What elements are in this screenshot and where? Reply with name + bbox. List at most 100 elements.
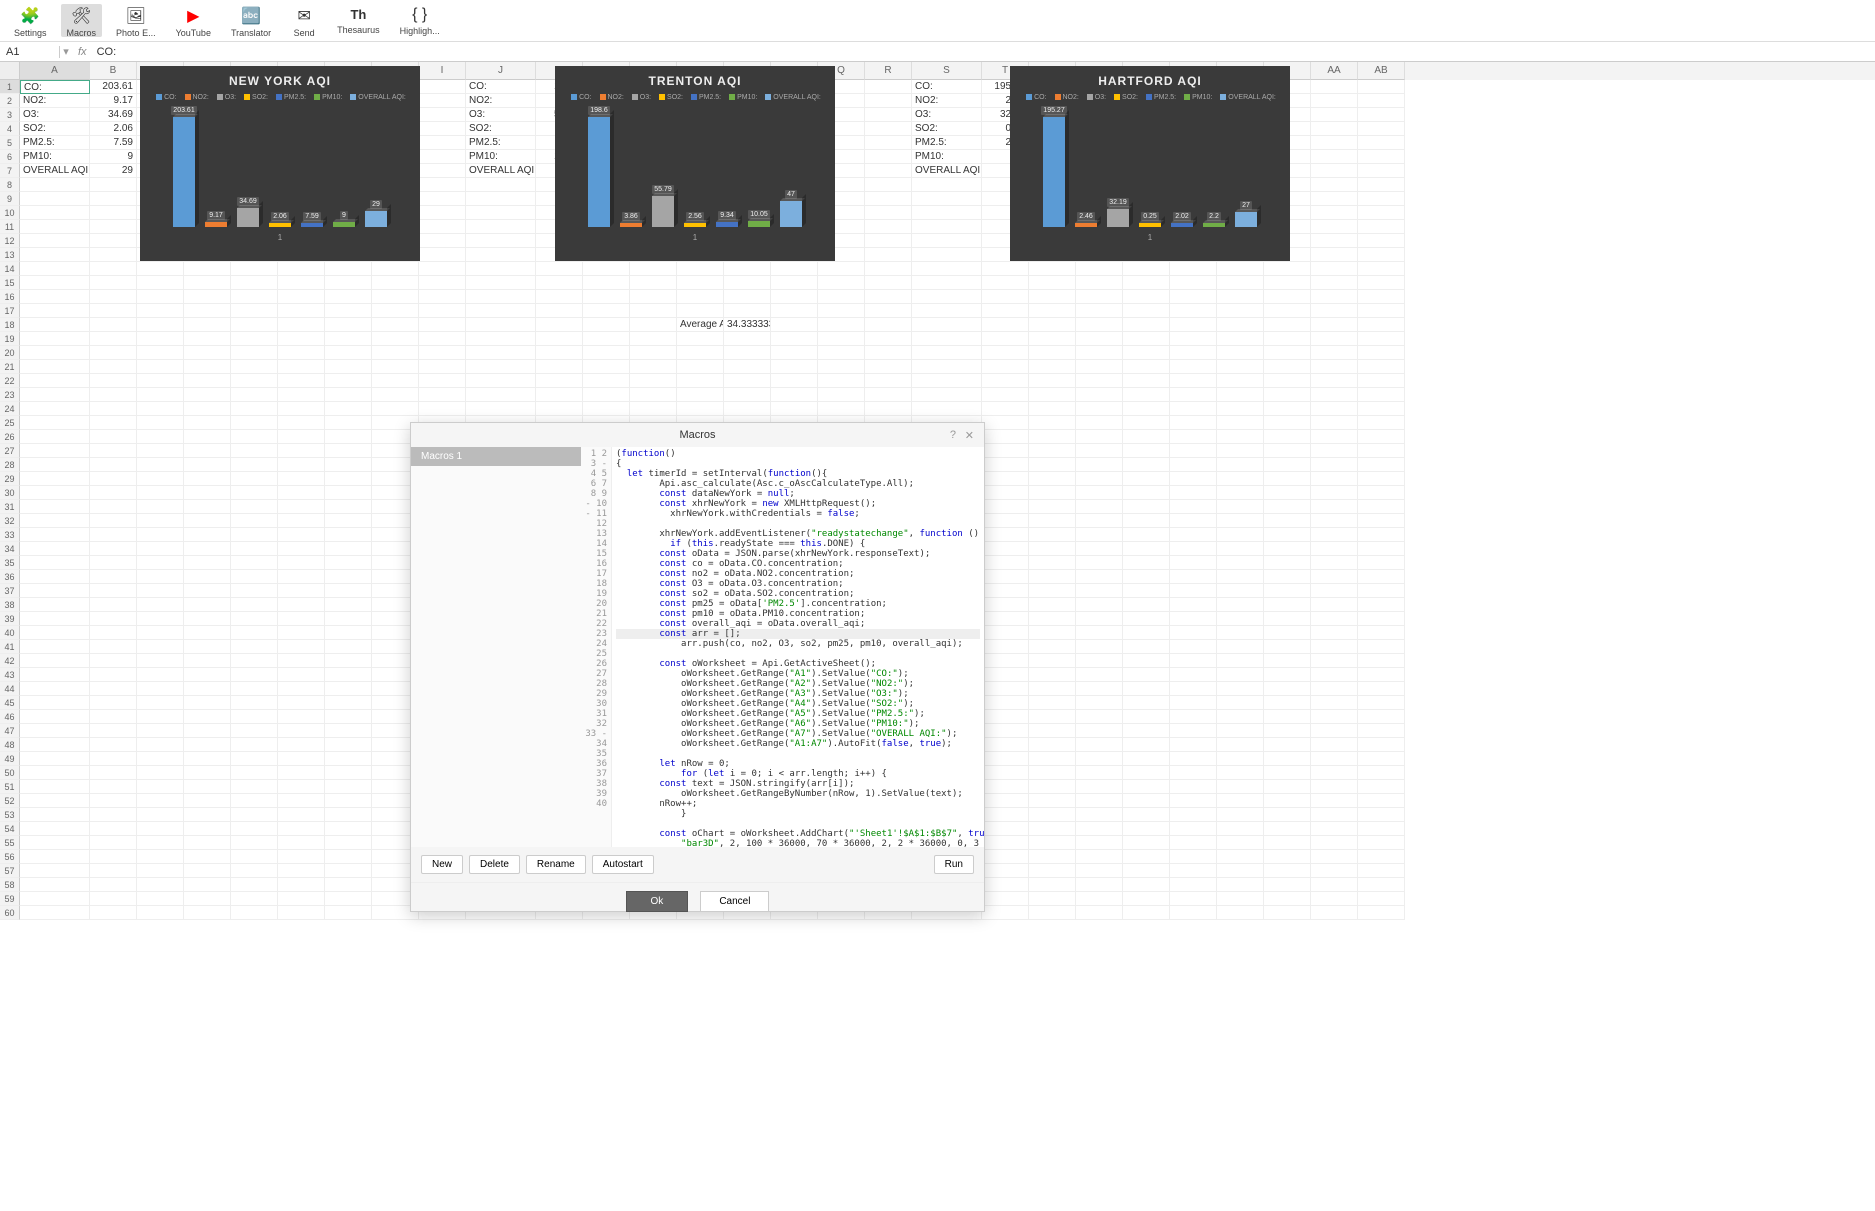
- cell[interactable]: [325, 374, 372, 388]
- cell[interactable]: [1170, 612, 1217, 626]
- cell[interactable]: [982, 906, 1029, 920]
- cell[interactable]: [1217, 402, 1264, 416]
- cell[interactable]: [1358, 598, 1405, 612]
- cell[interactable]: [1311, 444, 1358, 458]
- cell[interactable]: SO2:: [912, 122, 982, 136]
- row-header[interactable]: 29: [0, 472, 20, 486]
- chart-trenton[interactable]: TRENTON AQI CO: NO2: O3: SO2: PM2.5: PM1…: [555, 66, 835, 261]
- cell[interactable]: [20, 262, 90, 276]
- cell[interactable]: [20, 696, 90, 710]
- cell[interactable]: [1311, 164, 1358, 178]
- cell[interactable]: [630, 304, 677, 318]
- cell[interactable]: [865, 192, 912, 206]
- cell[interactable]: [325, 304, 372, 318]
- cell[interactable]: [1123, 710, 1170, 724]
- cell[interactable]: [1029, 794, 1076, 808]
- cell[interactable]: [1123, 766, 1170, 780]
- cell[interactable]: [184, 290, 231, 304]
- cell[interactable]: [583, 290, 630, 304]
- cell[interactable]: [982, 500, 1029, 514]
- cell[interactable]: [184, 780, 231, 794]
- cell[interactable]: [865, 206, 912, 220]
- cell[interactable]: [466, 318, 536, 332]
- cell[interactable]: [419, 332, 466, 346]
- cell[interactable]: [1170, 668, 1217, 682]
- cell[interactable]: [982, 304, 1029, 318]
- cell[interactable]: [1264, 458, 1311, 472]
- cell[interactable]: [184, 528, 231, 542]
- cell[interactable]: [20, 850, 90, 864]
- cell[interactable]: [184, 808, 231, 822]
- cell[interactable]: [184, 500, 231, 514]
- cell[interactable]: [90, 262, 137, 276]
- cell[interactable]: [865, 150, 912, 164]
- cell[interactable]: [325, 486, 372, 500]
- cell[interactable]: 34.33333333: [724, 318, 771, 332]
- cell[interactable]: [278, 850, 325, 864]
- cell[interactable]: [1170, 444, 1217, 458]
- cell[interactable]: [1217, 724, 1264, 738]
- cell[interactable]: [1311, 584, 1358, 598]
- cell[interactable]: [1264, 822, 1311, 836]
- cell[interactable]: [1217, 514, 1264, 528]
- cell[interactable]: [982, 878, 1029, 892]
- cell[interactable]: [1076, 794, 1123, 808]
- cell[interactable]: [1264, 738, 1311, 752]
- cell[interactable]: [20, 612, 90, 626]
- cell[interactable]: [419, 234, 466, 248]
- cell[interactable]: [1170, 710, 1217, 724]
- cell[interactable]: CO:: [912, 80, 982, 94]
- cell[interactable]: [1029, 416, 1076, 430]
- cell[interactable]: [771, 332, 818, 346]
- cell[interactable]: [1076, 878, 1123, 892]
- cell[interactable]: [982, 584, 1029, 598]
- cell[interactable]: [372, 262, 419, 276]
- cell[interactable]: [677, 346, 724, 360]
- cell[interactable]: [1217, 472, 1264, 486]
- cell[interactable]: [231, 276, 278, 290]
- cell[interactable]: [912, 234, 982, 248]
- cell[interactable]: [278, 304, 325, 318]
- cell[interactable]: [325, 738, 372, 752]
- cell[interactable]: [1123, 738, 1170, 752]
- cell[interactable]: [1076, 766, 1123, 780]
- cell[interactable]: [1029, 612, 1076, 626]
- cell[interactable]: [278, 598, 325, 612]
- cell[interactable]: [90, 752, 137, 766]
- cell[interactable]: [137, 402, 184, 416]
- cell[interactable]: [231, 766, 278, 780]
- cell[interactable]: [20, 878, 90, 892]
- cell[interactable]: [1217, 654, 1264, 668]
- cell[interactable]: [20, 822, 90, 836]
- cell[interactable]: [1311, 626, 1358, 640]
- cell[interactable]: [137, 374, 184, 388]
- cell[interactable]: [137, 794, 184, 808]
- cell[interactable]: [1123, 458, 1170, 472]
- cell[interactable]: [1358, 906, 1405, 920]
- cell[interactable]: [1358, 696, 1405, 710]
- cell[interactable]: [231, 262, 278, 276]
- cell[interactable]: [1076, 346, 1123, 360]
- cell[interactable]: [1170, 864, 1217, 878]
- cell[interactable]: [1311, 864, 1358, 878]
- row-header[interactable]: 14: [0, 262, 20, 276]
- cell[interactable]: [184, 332, 231, 346]
- cell[interactable]: [1170, 276, 1217, 290]
- cell[interactable]: [1358, 514, 1405, 528]
- cell[interactable]: [1264, 612, 1311, 626]
- cell[interactable]: [1076, 290, 1123, 304]
- cell[interactable]: [184, 430, 231, 444]
- cell[interactable]: [1170, 290, 1217, 304]
- cell[interactable]: [865, 304, 912, 318]
- row-header[interactable]: 49: [0, 752, 20, 766]
- cell[interactable]: [278, 766, 325, 780]
- cell[interactable]: [1311, 388, 1358, 402]
- ok-button[interactable]: Ok: [626, 891, 689, 912]
- cell[interactable]: [1076, 304, 1123, 318]
- cell[interactable]: [20, 682, 90, 696]
- cell[interactable]: [1076, 402, 1123, 416]
- cell[interactable]: [278, 374, 325, 388]
- dropdown-icon[interactable]: ▾: [60, 45, 72, 58]
- cell[interactable]: [583, 360, 630, 374]
- highlight-button[interactable]: { } Highligh...: [394, 4, 446, 37]
